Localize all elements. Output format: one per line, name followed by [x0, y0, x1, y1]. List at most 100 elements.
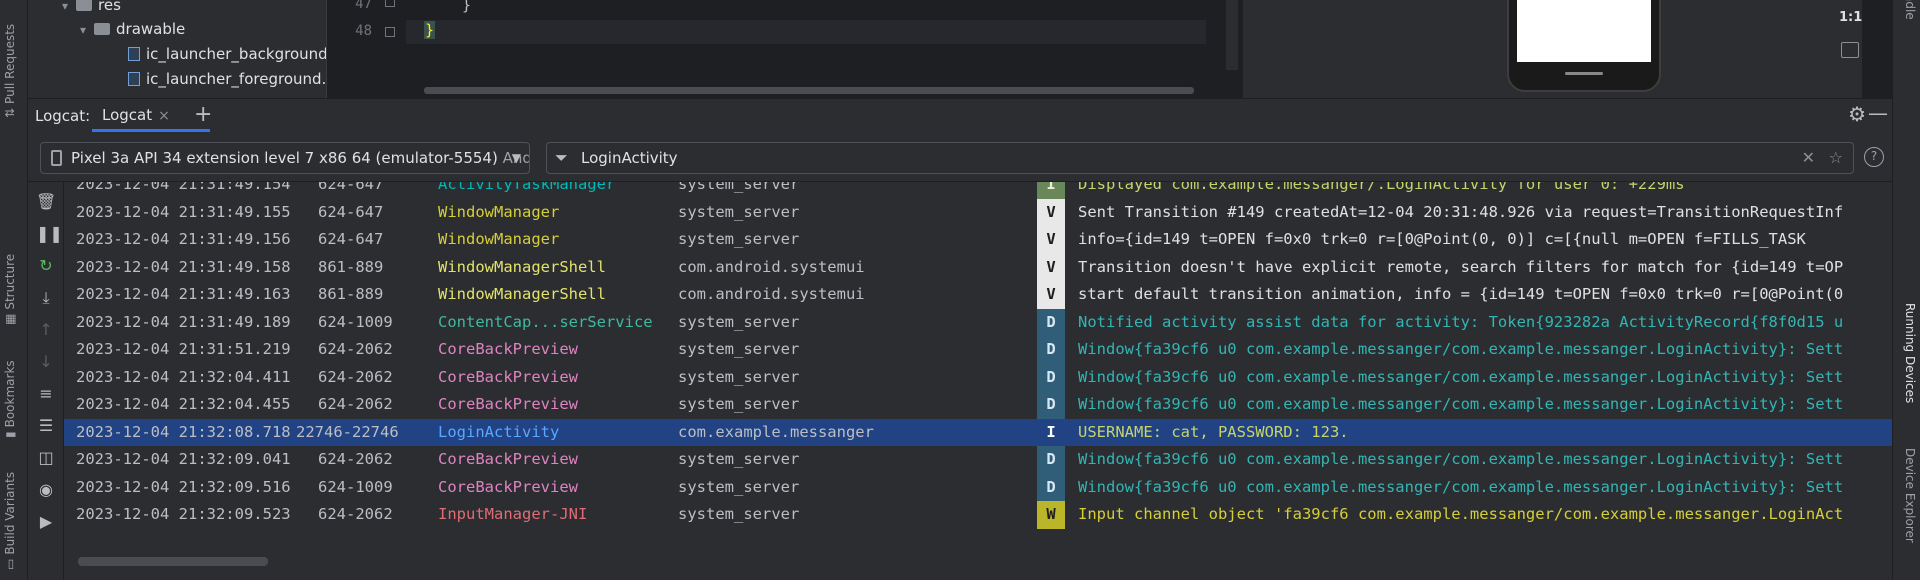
log-timestamp: 2023-12-04 21:31:49.155	[76, 202, 291, 221]
log-pid: 861-889	[318, 285, 384, 303]
zoom-actual-size-button[interactable]: 1:1	[1839, 10, 1862, 25]
device-preview: 1:1	[1242, 0, 1862, 98]
device-frame	[1507, 0, 1661, 92]
minimize-icon[interactable]: —	[1868, 101, 1888, 125]
bookmark-icon: ▮	[3, 431, 17, 438]
clear-filter-icon[interactable]: ✕	[1802, 143, 1815, 173]
pull-requests-tab[interactable]: ⇅Pull Requests	[3, 24, 17, 118]
running-devices-tab[interactable]: Running Devices	[1903, 303, 1917, 403]
log-package: system_server	[678, 367, 800, 386]
device-selector[interactable]: Pixel 3a API 34 extension level 7 x86 64…	[40, 142, 530, 174]
log-timestamp: 2023-12-04 21:31:49.163	[76, 285, 291, 303]
restart-icon[interactable]: ↻	[36, 256, 56, 276]
log-level-badge: D	[1037, 363, 1065, 391]
fold-icon[interactable]	[385, 0, 395, 7]
gradle-tab[interactable]: adle	[1903, 0, 1917, 20]
arrow-up-icon[interactable]: ↑	[36, 320, 56, 340]
tree-scrollbar[interactable]	[28, 90, 326, 98]
log-row[interactable]: 2023-12-04 21:31:49.158 861-889 WindowMana…	[64, 253, 1892, 281]
editor-area: ▾ res ▾ drawable ic_launcher_background.x …	[28, 0, 1892, 98]
log-row[interactable]: 2023-12-04 21:32:08.718 22746-22746 LoginA…	[64, 418, 1892, 446]
log-pid: 624-2062	[318, 450, 393, 468]
fold-icon[interactable]	[385, 27, 395, 37]
logcat-header: Logcat: Logcat × + ⚙ —	[28, 98, 1892, 132]
split-panels-icon[interactable]: ◫	[36, 448, 56, 468]
logcat-side-tools: 🗑 ❚❚ ↻ ⤓ ↑ ↓ ≡ ☰ ◫ ◉ ▶	[28, 182, 64, 580]
log-level-badge: D	[1037, 446, 1065, 474]
log-tag: CoreBackPreview	[438, 477, 578, 496]
log-level-badge: I	[1037, 182, 1065, 199]
log-package: system_server	[678, 202, 800, 221]
log-package: system_server	[678, 395, 800, 413]
log-message: USERNAME: cat, PASSWORD: 123.	[1078, 422, 1349, 441]
help-icon[interactable]: ?	[1864, 147, 1884, 167]
chevron-down-icon: ▼	[511, 151, 521, 165]
log-message: Window{fa39cf6 u0 com.example.messanger/…	[1078, 340, 1844, 358]
logcat-title: Logcat:	[35, 107, 91, 125]
logcat-toolbar: Pixel 3a API 34 extension level 7 x86 64…	[28, 132, 1892, 182]
log-message: start default transition animation, info…	[1078, 285, 1844, 303]
arrow-down-icon[interactable]: ↓	[36, 352, 56, 372]
log-row[interactable]: 2023-12-04 21:31:49.155 624-647 WindowMana…	[64, 198, 1892, 226]
favorite-filter-icon[interactable]: ☆	[1829, 143, 1843, 173]
close-icon[interactable]: ×	[158, 108, 170, 124]
gear-icon[interactable]: ⚙	[1848, 102, 1866, 126]
tree-item-ic-launcher-background[interactable]: ic_launcher_background.x	[128, 42, 341, 66]
log-message: Window{fa39cf6 u0 com.example.messanger/…	[1078, 477, 1844, 496]
log-row[interactable]: 2023-12-04 21:31:49.189 624-1009 ContentCa…	[64, 308, 1892, 336]
logcat-output[interactable]: 2023-12-04 21:32:09.523 624-2062 InputMana…	[64, 182, 1892, 580]
log-timestamp: 2023-12-04 21:32:09.523	[76, 505, 291, 523]
code-scrollbar[interactable]	[424, 87, 1194, 94]
log-row[interactable]: 2023-12-04 21:32:04.411 624-2062 CoreBackP…	[64, 363, 1892, 391]
log-row[interactable]: 2023-12-04 21:32:09.041 624-2062 CoreBackP…	[64, 446, 1892, 474]
log-pid: 861-889	[318, 257, 384, 276]
add-tab-button[interactable]: +	[194, 102, 212, 127]
log-tag: WindowManager	[438, 202, 560, 221]
zoom-fit-icon[interactable]	[1841, 42, 1859, 58]
log-level-badge: I	[1037, 418, 1065, 446]
log-row[interactable]: 2023-12-04 21:31:49.156 624-647 WindowMana…	[64, 226, 1892, 254]
build-variants-tab[interactable]: ▭Build Variants	[3, 472, 17, 570]
chevron-down-icon: ▾	[80, 23, 87, 37]
log-timestamp: 2023-12-04 21:31:49.154	[76, 182, 291, 193]
device-explorer-tab[interactable]: Device Explorer	[1903, 448, 1917, 543]
device-nav-bar	[1565, 72, 1603, 75]
log-pid: 624-2062	[318, 395, 393, 413]
pause-icon[interactable]: ❚❚	[36, 224, 63, 244]
video-icon[interactable]: ▶	[36, 512, 56, 532]
matched-brace: }	[424, 21, 436, 39]
log-level-badge: D	[1037, 391, 1065, 419]
code-editor[interactable]: } }	[406, 0, 1238, 98]
log-package: system_server	[678, 182, 800, 193]
editor-gutter: 47 48	[326, 0, 406, 98]
log-scrollbar[interactable]	[78, 557, 268, 566]
log-pid: 624-2062	[318, 367, 393, 386]
log-row[interactable]: 2023-12-04 21:31:49.163 861-889 WindowMana…	[64, 281, 1892, 309]
tree-item-ic-launcher-foreground[interactable]: ic_launcher_foreground.x	[128, 67, 335, 91]
bookmarks-tab[interactable]: ▮Bookmarks	[3, 360, 17, 438]
tree-item-res[interactable]: ▾ res	[62, 0, 121, 17]
chevron-down-icon: ▾	[62, 0, 69, 13]
log-level-badge: V	[1037, 226, 1065, 254]
log-message: Window{fa39cf6 u0 com.example.messanger/…	[1078, 367, 1844, 386]
log-row[interactable]: 2023-12-04 21:31:51.219 624-2062 CoreBackP…	[64, 336, 1892, 364]
scroll-to-end-icon[interactable]: ⤓	[36, 288, 56, 308]
log-row[interactable]: 2023-12-04 21:32:04.455 624-2062 CoreBackP…	[64, 391, 1892, 419]
device-screen[interactable]	[1517, 0, 1651, 62]
format-icon[interactable]: ☰	[36, 416, 56, 436]
code-vertical-scrollbar[interactable]	[1226, 0, 1238, 70]
camera-icon[interactable]: ◉	[36, 480, 56, 500]
log-pid: 624-2062	[318, 340, 393, 358]
left-tool-strip: ⇅Pull Requests ▦Structure ▮Bookmarks ▭Bu…	[0, 0, 28, 580]
log-row[interactable]: 2023-12-04 21:32:09.523 624-2062 InputMana…	[64, 501, 1892, 529]
trash-icon[interactable]: 🗑	[36, 192, 56, 212]
log-row[interactable]: 2023-12-04 21:32:09.516 624-1009 CoreBackP…	[64, 473, 1892, 501]
log-row[interactable]: 2023-12-04 21:31:49.154 624-647 ActivityTa…	[64, 182, 1892, 199]
filter-input[interactable]: ⏷ LoginActivity ✕ ☆	[546, 142, 1854, 174]
tree-item-drawable[interactable]: ▾ drawable	[80, 17, 185, 41]
structure-tab[interactable]: ▦Structure	[3, 254, 17, 325]
project-tree: ▾ res ▾ drawable ic_launcher_background.x …	[28, 0, 341, 98]
soft-wrap-icon[interactable]: ≡	[36, 384, 56, 404]
filter-icon[interactable]: ⏷	[555, 143, 568, 173]
log-pid: 624-1009	[318, 312, 393, 331]
